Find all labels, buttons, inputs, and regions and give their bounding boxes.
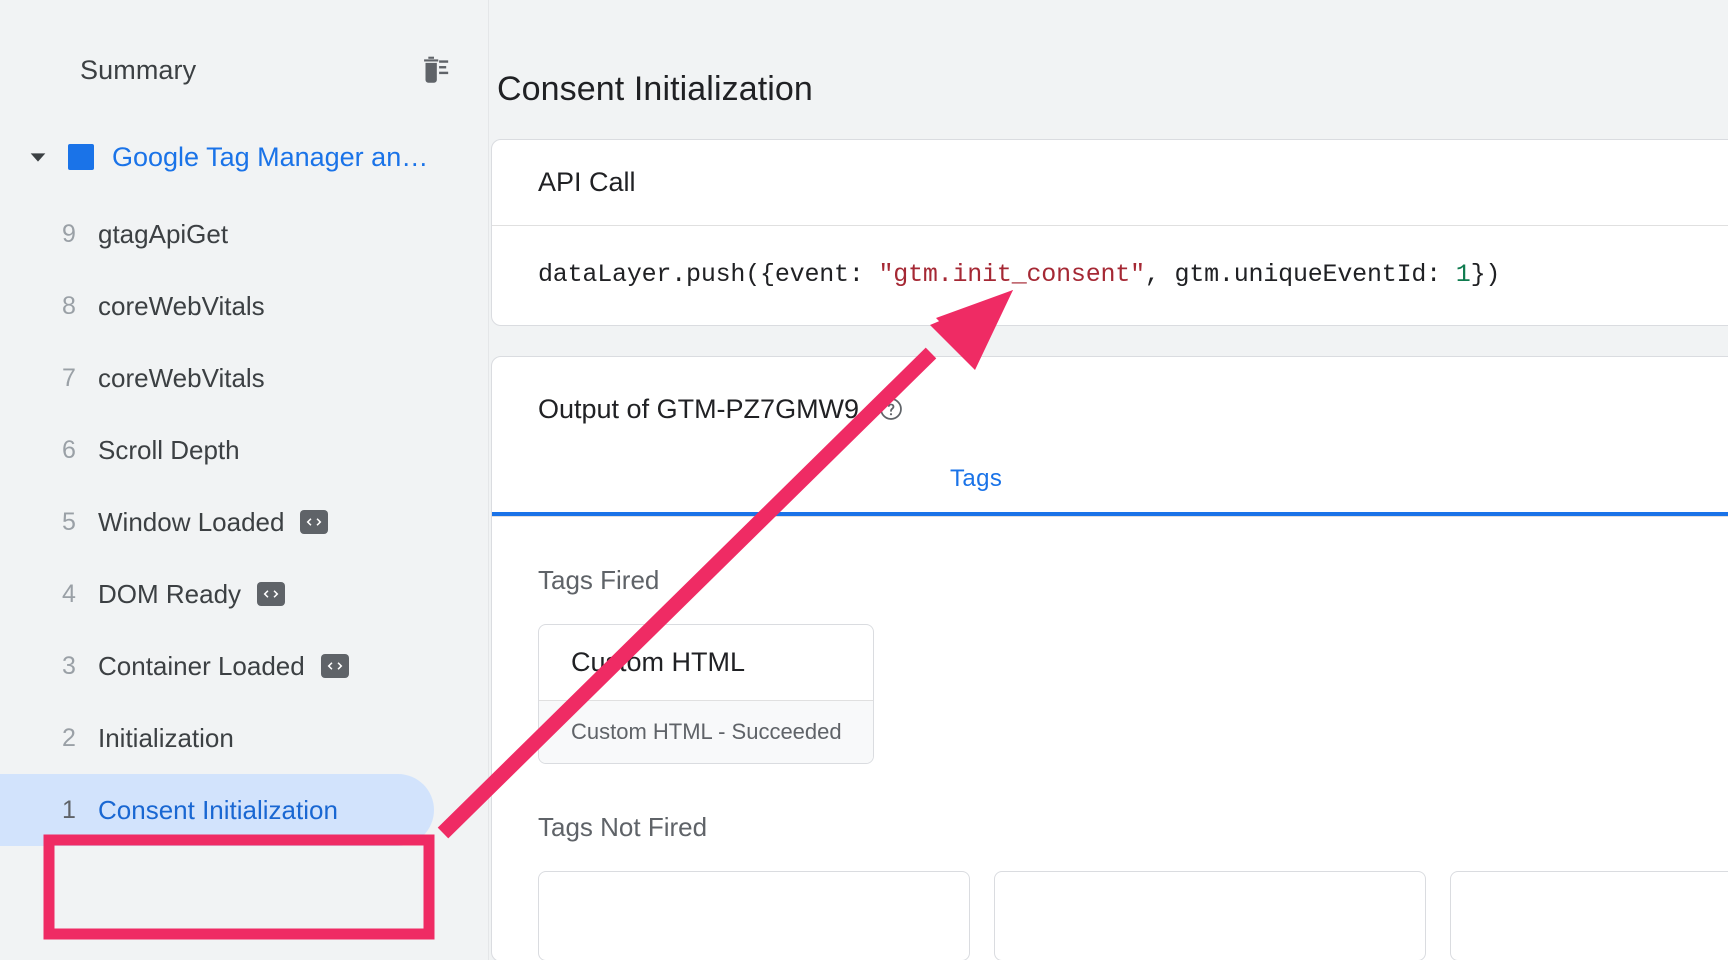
chevron-down-icon[interactable] [24, 143, 52, 171]
event-index: 9 [62, 219, 76, 248]
code-icon [320, 654, 349, 678]
tag-card[interactable] [994, 871, 1426, 960]
tag-card-custom-html[interactable]: Custom HTML Custom HTML - Succeeded [538, 624, 874, 764]
list-item[interactable]: 5 Window Loaded [0, 486, 488, 558]
status-badge: Custom HTML - Succeeded [539, 700, 873, 763]
code-middle: , gtm.uniqueEventId: [1144, 260, 1456, 289]
tag-card[interactable] [538, 871, 970, 960]
sidebar-tree-root-label: Google Tag Manager an… [112, 141, 429, 172]
list-item[interactable]: 6 Scroll Depth [0, 414, 488, 486]
api-call-code: dataLayer.push({event: "gtm.init_consent… [492, 226, 1728, 325]
event-label: Container Loaded [98, 650, 305, 681]
output-tabstrip: Tags [492, 461, 1728, 517]
tags-fired-label: Tags Fired [538, 565, 660, 595]
tab-tags[interactable]: Tags [928, 461, 1024, 493]
event-list: 9 gtagApiGet 8 coreWebVitals 7 coreWebVi… [0, 198, 488, 846]
event-label: coreWebVitals [98, 290, 265, 321]
list-item[interactable]: 9 gtagApiGet [0, 198, 488, 270]
list-item[interactable]: 3 Container Loaded [0, 630, 488, 702]
event-index: 3 [62, 651, 76, 680]
api-call-card: API Call dataLayer.push({event: "gtm.ini… [491, 139, 1728, 326]
main-content: Consent Initialization API Call dataLaye… [489, 0, 1728, 960]
code-event-string: "gtm.init_consent" [878, 260, 1145, 289]
event-index: 8 [62, 291, 76, 320]
tag-card[interactable] [1450, 871, 1728, 960]
app-root: Summary Google Tag Manager an… 9 gtagApi… [0, 0, 1728, 960]
event-index: 4 [62, 579, 76, 608]
sidebar-header: Summary [0, 44, 488, 96]
event-label: coreWebVitals [98, 362, 265, 393]
sidebar-tree-root[interactable]: Google Tag Manager an… [0, 130, 488, 184]
code-icon [300, 510, 329, 534]
output-header: Output of GTM-PZ7GMW9 [492, 357, 1728, 461]
output-card: Output of GTM-PZ7GMW9 Tags Tags Fired Cu… [491, 356, 1728, 960]
event-label: Window Loaded [98, 506, 285, 537]
output-title: Output of GTM-PZ7GMW9 [538, 393, 860, 424]
code-icon [257, 582, 286, 606]
api-call-title: API Call [538, 167, 636, 197]
tags-not-fired-label: Tags Not Fired [538, 812, 708, 842]
event-index: 7 [62, 363, 76, 392]
list-item[interactable]: 2 Initialization [0, 702, 488, 774]
list-item[interactable]: 7 coreWebVitals [0, 342, 488, 414]
code-suffix: }) [1470, 260, 1501, 289]
event-label: DOM Ready [98, 578, 242, 609]
event-label: Consent Initialization [98, 794, 338, 825]
sidebar: Summary Google Tag Manager an… 9 gtagApi… [0, 0, 489, 960]
event-label: Initialization [98, 722, 234, 753]
event-index: 5 [62, 507, 76, 536]
trash-clear-icon[interactable] [412, 48, 456, 92]
code-prefix: dataLayer.push({event: [538, 260, 879, 289]
event-label: gtagApiGet [98, 218, 229, 249]
api-call-header: API Call [492, 140, 1728, 226]
tags-not-fired-row [538, 871, 1728, 960]
container-color-swatch [68, 144, 94, 170]
event-index: 2 [62, 723, 76, 752]
sidebar-item-consent-initialization[interactable]: 1 Consent Initialization [0, 774, 434, 846]
event-index: 6 [62, 435, 76, 464]
list-item[interactable]: 8 coreWebVitals [0, 270, 488, 342]
sidebar-title: Summary [80, 54, 197, 85]
tag-card-title: Custom HTML [571, 647, 746, 677]
list-item[interactable]: 4 DOM Ready [0, 558, 488, 630]
tab-active-underline [492, 512, 1728, 516]
help-circle-icon[interactable] [877, 395, 905, 423]
event-index: 1 [62, 795, 76, 824]
code-unique-event-id: 1 [1455, 260, 1471, 289]
page-title: Consent Initialization [497, 70, 813, 108]
event-label: Scroll Depth [98, 434, 240, 465]
